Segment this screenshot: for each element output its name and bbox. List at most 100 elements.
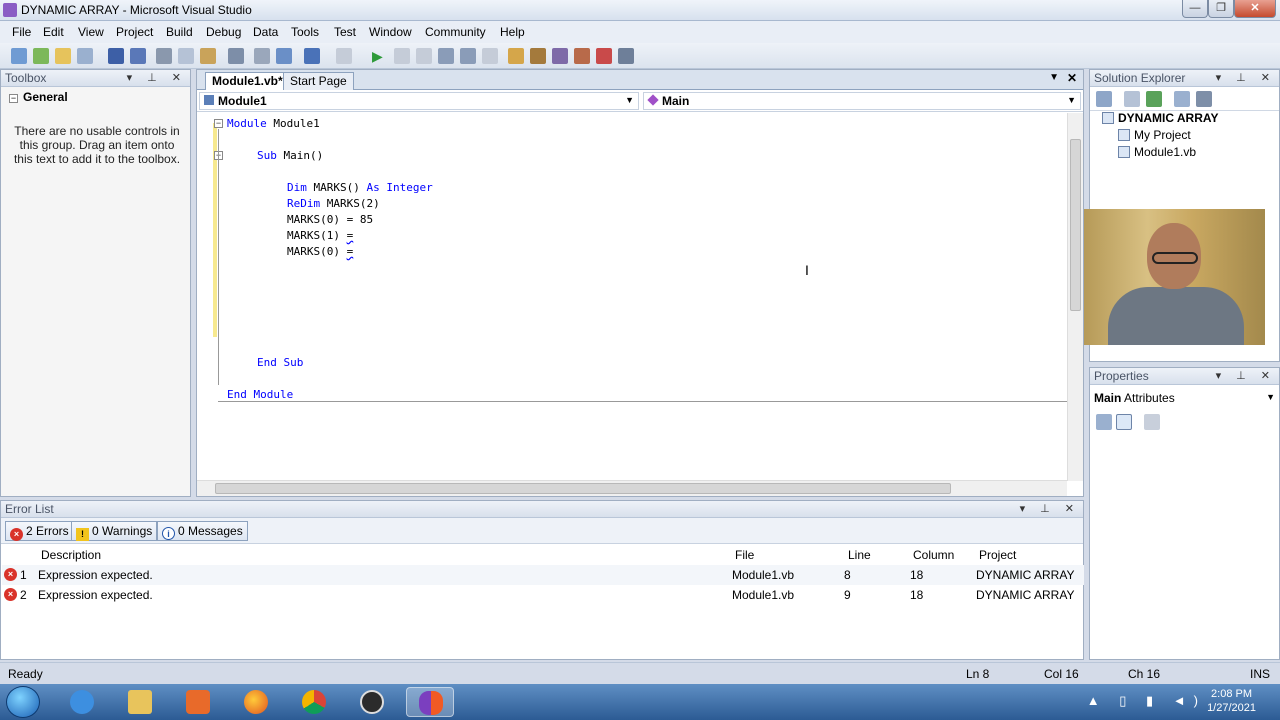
menu-project[interactable]: Project — [116, 25, 153, 39]
toolbox-icon[interactable] — [574, 48, 590, 64]
chrome-icon — [302, 690, 326, 714]
find-icon[interactable] — [228, 48, 244, 64]
tab-start-page[interactable]: Start Page — [283, 72, 354, 90]
close-button[interactable]: ✕ — [1234, 0, 1276, 18]
class-view-icon[interactable] — [596, 48, 612, 64]
add-item-icon[interactable] — [33, 48, 49, 64]
panel-controls-icon[interactable]: ▾ ⊥ ✕ — [1020, 502, 1080, 515]
cut-icon[interactable] — [156, 48, 172, 64]
other-windows-icon[interactable] — [618, 48, 634, 64]
menu-tools[interactable]: Tools — [291, 25, 319, 39]
close-tab-icon[interactable]: ✕ — [1067, 71, 1077, 85]
solution-explorer-icon[interactable] — [508, 48, 524, 64]
comment-icon[interactable] — [254, 48, 270, 64]
stop-icon[interactable] — [416, 48, 432, 64]
solution-item-my-project[interactable]: My Project — [1118, 128, 1191, 142]
categorized-icon[interactable] — [1096, 414, 1112, 430]
panel-controls-icon[interactable]: ▾ ⊥ ✕ — [1216, 369, 1276, 382]
refresh-icon[interactable] — [1146, 91, 1162, 107]
solution-item-module1[interactable]: Module1.vb — [1118, 145, 1196, 159]
show-all-files-icon[interactable] — [1124, 91, 1140, 107]
toolbox-group-general[interactable]: − General — [9, 90, 68, 104]
taskbar-clock[interactable]: 2:08 PM 1/27/2021 — [1207, 687, 1256, 715]
collapse-icon[interactable]: − — [9, 94, 18, 103]
system-tray[interactable]: ▲ ▯ ▮ ◄) — [1087, 693, 1206, 709]
column-column[interactable]: Column — [913, 548, 954, 562]
vertical-scroll-thumb[interactable] — [1070, 139, 1081, 311]
vb-file-icon — [1118, 146, 1130, 158]
warnings-filter-button[interactable]: ! 0 Warnings — [71, 521, 158, 541]
panel-controls-icon[interactable]: ▾ ⊥ ✕ — [127, 71, 187, 84]
uncomment-icon[interactable] — [276, 48, 292, 64]
method-name-dropdown[interactable]: Main ▼ — [643, 92, 1081, 110]
menu-debug[interactable]: Debug — [206, 25, 241, 39]
code-text: Main() — [276, 149, 324, 162]
alphabetical-icon[interactable] — [1116, 414, 1132, 430]
class-name-dropdown[interactable]: Module1 ▼ — [199, 92, 639, 110]
file-explorer-button[interactable] — [116, 687, 164, 717]
pause-icon[interactable] — [394, 48, 410, 64]
undo-icon[interactable] — [304, 48, 320, 64]
error-row[interactable]: × 2 Expression expected. Module1.vb 9 18… — [2, 585, 1084, 605]
step-over-icon[interactable] — [460, 48, 476, 64]
redo-icon[interactable] — [336, 48, 352, 64]
menu-build[interactable]: Build — [166, 25, 193, 39]
new-project-icon[interactable] — [11, 48, 27, 64]
open-file-icon[interactable] — [55, 48, 71, 64]
menu-data[interactable]: Data — [253, 25, 278, 39]
object-browser-icon[interactable] — [552, 48, 568, 64]
code-area[interactable]: − − Module Module1 Sub Main() Dim MARKS(… — [197, 113, 1068, 481]
minimize-button[interactable]: — — [1182, 0, 1208, 18]
start-debugging-icon[interactable]: ▶ — [372, 48, 388, 64]
tab-module1[interactable]: Module1.vb* — [205, 72, 290, 90]
restore-button[interactable]: ❐ — [1208, 0, 1234, 18]
column-description[interactable]: Description — [41, 548, 101, 562]
internet-explorer-button[interactable] — [58, 687, 106, 717]
horizontal-scroll-thumb[interactable] — [215, 483, 951, 494]
class-name-value: Module1 — [218, 94, 267, 108]
syntax-error-squiggle[interactable]: = — [347, 245, 354, 258]
menu-community[interactable]: Community — [425, 25, 486, 39]
messages-filter-button[interactable]: i0 Messages — [157, 521, 248, 541]
media-player-button[interactable] — [174, 687, 222, 717]
vertical-scrollbar[interactable] — [1067, 113, 1083, 481]
solution-root[interactable]: DYNAMIC ARRAY — [1102, 111, 1218, 125]
paste-icon[interactable] — [200, 48, 216, 64]
properties-window-icon[interactable] — [530, 48, 546, 64]
add-new-item-icon[interactable] — [77, 48, 93, 64]
error-row[interactable]: × 1 Expression expected. Module1.vb 8 18… — [2, 565, 1084, 585]
step-into-icon[interactable] — [438, 48, 454, 64]
chrome-button[interactable] — [290, 687, 338, 717]
status-ready: Ready — [8, 667, 43, 681]
column-line[interactable]: Line — [848, 548, 871, 562]
fold-module-icon[interactable]: − — [214, 119, 223, 128]
obs-button[interactable] — [348, 687, 396, 717]
error-list-header: Error List ▾ ⊥ ✕ — [1, 501, 1083, 518]
properties-object-selector[interactable]: Main Attributes — [1094, 391, 1175, 405]
menu-edit[interactable]: Edit — [43, 25, 64, 39]
menu-test[interactable]: Test — [334, 25, 356, 39]
chevron-down-icon[interactable]: ▼ — [1266, 392, 1275, 402]
errors-filter-button[interactable]: × 2 Errors — [5, 521, 74, 541]
horizontal-scrollbar[interactable] — [197, 480, 1067, 496]
menu-window[interactable]: Window — [369, 25, 412, 39]
menu-view[interactable]: View — [78, 25, 104, 39]
menu-file[interactable]: File — [12, 25, 31, 39]
view-class-diagram-icon[interactable] — [1196, 91, 1212, 107]
step-out-icon[interactable] — [482, 48, 498, 64]
visual-studio-taskbar-button[interactable] — [406, 687, 454, 717]
property-pages-icon[interactable] — [1144, 414, 1160, 430]
panel-controls-icon[interactable]: ▾ ⊥ ✕ — [1216, 71, 1276, 84]
save-all-icon[interactable] — [130, 48, 146, 64]
save-icon[interactable] — [108, 48, 124, 64]
start-button[interactable] — [6, 686, 40, 718]
menu-help[interactable]: Help — [500, 25, 525, 39]
active-files-icon[interactable]: ▼ — [1049, 72, 1059, 83]
copy-icon[interactable] — [178, 48, 194, 64]
column-project[interactable]: Project — [979, 548, 1016, 562]
firefox-button[interactable] — [232, 687, 280, 717]
view-code-icon[interactable] — [1174, 91, 1190, 107]
syntax-error-squiggle[interactable]: = — [347, 229, 354, 242]
properties-icon[interactable] — [1096, 91, 1112, 107]
column-file[interactable]: File — [735, 548, 754, 562]
